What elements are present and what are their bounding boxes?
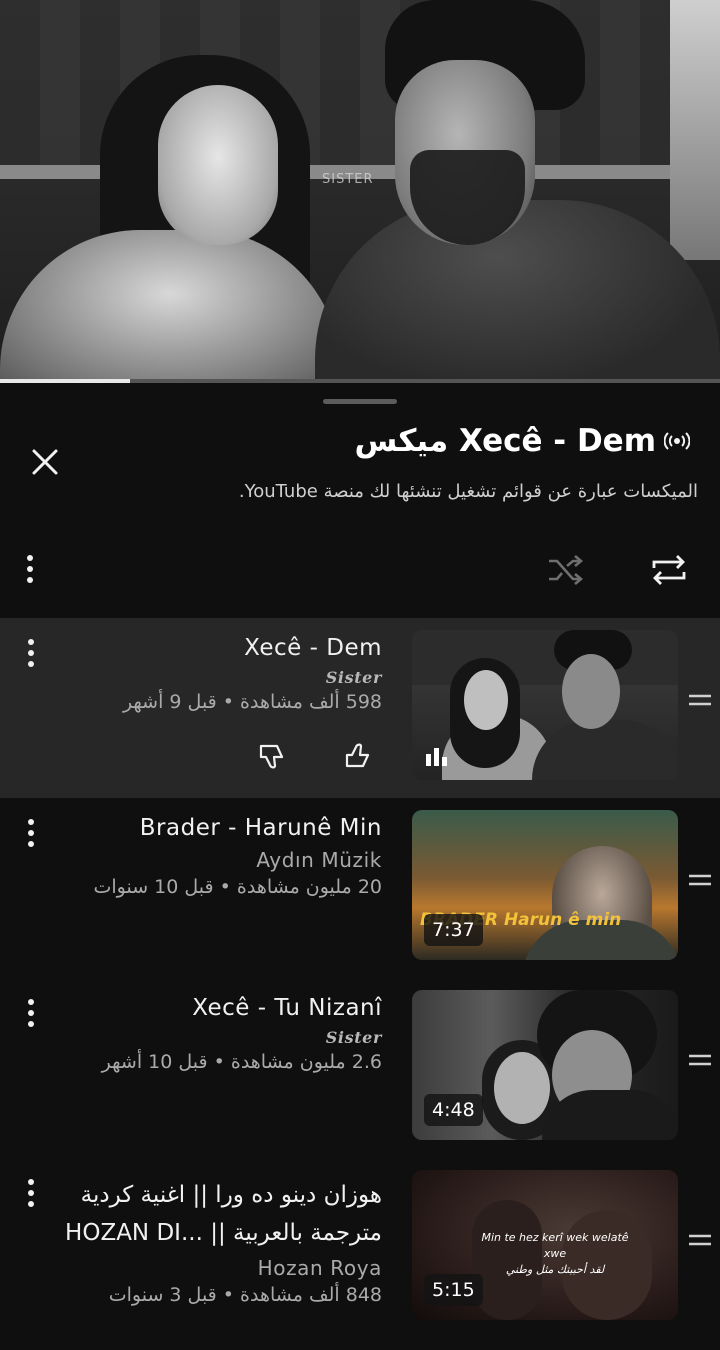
video-woman-face <box>158 85 278 245</box>
item-meta: Xecê - Tu Nizanî Sister 2.6 مليون مشاهدة… <box>62 992 382 1073</box>
item-title: Xecê - Dem <box>244 635 382 661</box>
playlist-item-current[interactable]: Xecê - Dem Sister 598 ألف مشاهدة • قبل 9… <box>0 618 720 798</box>
video-man-body <box>315 200 720 383</box>
panel-title: ميكس Xecê - Dem <box>354 423 690 459</box>
video-player[interactable]: SISTER <box>0 0 720 383</box>
repeat-button[interactable] <box>644 547 694 593</box>
drag-handle-icon <box>689 1054 711 1066</box>
item-title: Brader - Harunê Min <box>139 815 382 841</box>
dislike-icon <box>259 744 284 769</box>
drag-handle[interactable] <box>686 1050 714 1070</box>
item-actions <box>250 736 390 776</box>
thumbnail-caption-line-2: لقد أحببتك مثل وطني <box>505 1263 605 1276</box>
item-channel: Aydın Müzik <box>256 848 382 872</box>
item-meta: Brader - Harunê Min Aydın Müzik 20 مليون… <box>62 812 382 898</box>
drag-handle-icon <box>689 874 711 886</box>
panel-subtitle: الميكسات عبارة عن قوائم تشغيل تنشئها لك … <box>238 481 698 502</box>
more-vertical-icon <box>28 819 34 847</box>
item-stats: 598 ألف مشاهدة • قبل 9 أشهر <box>122 691 382 713</box>
mix-playlist-panel: ميكس Xecê - Dem الميكسات عبارة عن قوائم … <box>0 383 720 1350</box>
like-icon <box>345 743 370 768</box>
video-duration: 7:37 <box>424 914 483 946</box>
item-thumbnail[interactable]: Min te hez kerî wek welatê xwe لقد أحببت… <box>412 1170 678 1320</box>
item-thumbnail[interactable]: 4:48 <box>412 990 678 1140</box>
item-meta: Xecê - Dem Sister 598 ألف مشاهدة • قبل 9… <box>62 632 382 713</box>
item-channel: Sister <box>325 668 382 687</box>
close-button[interactable] <box>24 441 66 483</box>
item-meta: هوزان دينو ده ورا || اغنية كردية مترجمة … <box>62 1176 382 1306</box>
more-vertical-icon <box>28 1179 34 1207</box>
like-button[interactable] <box>338 736 378 776</box>
thumbnail-caption-line-1: Min te hez kerî wek welatê xwe <box>481 1231 629 1260</box>
item-channel: Hozan Roya <box>257 1256 382 1280</box>
more-vertical-icon <box>28 639 34 667</box>
drag-handle[interactable] <box>686 1230 714 1250</box>
playlist-item[interactable]: هوزان دينو ده ورا || اغنية كردية مترجمة … <box>0 1158 720 1350</box>
item-stats: 848 ألف مشاهدة • قبل 3 سنوات <box>108 1284 382 1306</box>
video-background-window <box>670 0 720 260</box>
item-thumbnail[interactable] <box>412 630 678 780</box>
panel-title-text: ميكس Xecê - Dem <box>354 423 657 459</box>
playlist-item[interactable]: Xecê - Tu Nizanî Sister 2.6 مليون مشاهدة… <box>0 978 720 1158</box>
item-thumbnail[interactable]: BRADER Harun ê min 7:37 <box>412 810 678 960</box>
thumbnail-caption: Min te hez kerî wek welatê xwe لقد أحببت… <box>470 1230 640 1278</box>
repeat-icon <box>652 555 686 585</box>
item-stats: 20 مليون مشاهدة • قبل 10 سنوات <box>93 876 382 898</box>
video-watermark: SISTER <box>322 172 374 187</box>
more-vertical-icon <box>27 555 33 583</box>
item-more-button[interactable] <box>18 994 44 1032</box>
item-title: هوزان دينو ده ورا || اغنية كردية مترجمة … <box>65 1182 382 1246</box>
mix-broadcast-icon <box>664 432 690 450</box>
item-title: Xecê - Tu Nizanî <box>192 995 382 1021</box>
item-more-button[interactable] <box>18 1174 44 1212</box>
shuffle-icon <box>549 555 584 585</box>
panel-drag-handle[interactable] <box>323 399 397 404</box>
item-more-button[interactable] <box>18 814 44 852</box>
shuffle-button[interactable] <box>542 547 588 593</box>
video-duration: 5:15 <box>424 1274 483 1306</box>
drag-handle-icon <box>689 694 711 706</box>
item-more-button[interactable] <box>18 634 44 672</box>
close-icon <box>32 449 58 475</box>
drag-handle[interactable] <box>686 870 714 890</box>
playlist-item[interactable]: Brader - Harunê Min Aydın Müzik 20 مليون… <box>0 798 720 978</box>
item-channel: Sister <box>325 1028 382 1047</box>
more-vertical-icon <box>28 999 34 1027</box>
panel-more-button[interactable] <box>16 551 44 587</box>
dislike-button[interactable] <box>252 736 292 776</box>
thumbnail-image <box>412 630 678 780</box>
video-duration: 4:48 <box>424 1094 483 1126</box>
drag-handle-icon <box>689 1234 711 1246</box>
now-playing-icon <box>426 748 447 766</box>
item-stats: 2.6 مليون مشاهدة • قبل 10 أشهر <box>101 1051 382 1073</box>
drag-handle[interactable] <box>686 690 714 710</box>
